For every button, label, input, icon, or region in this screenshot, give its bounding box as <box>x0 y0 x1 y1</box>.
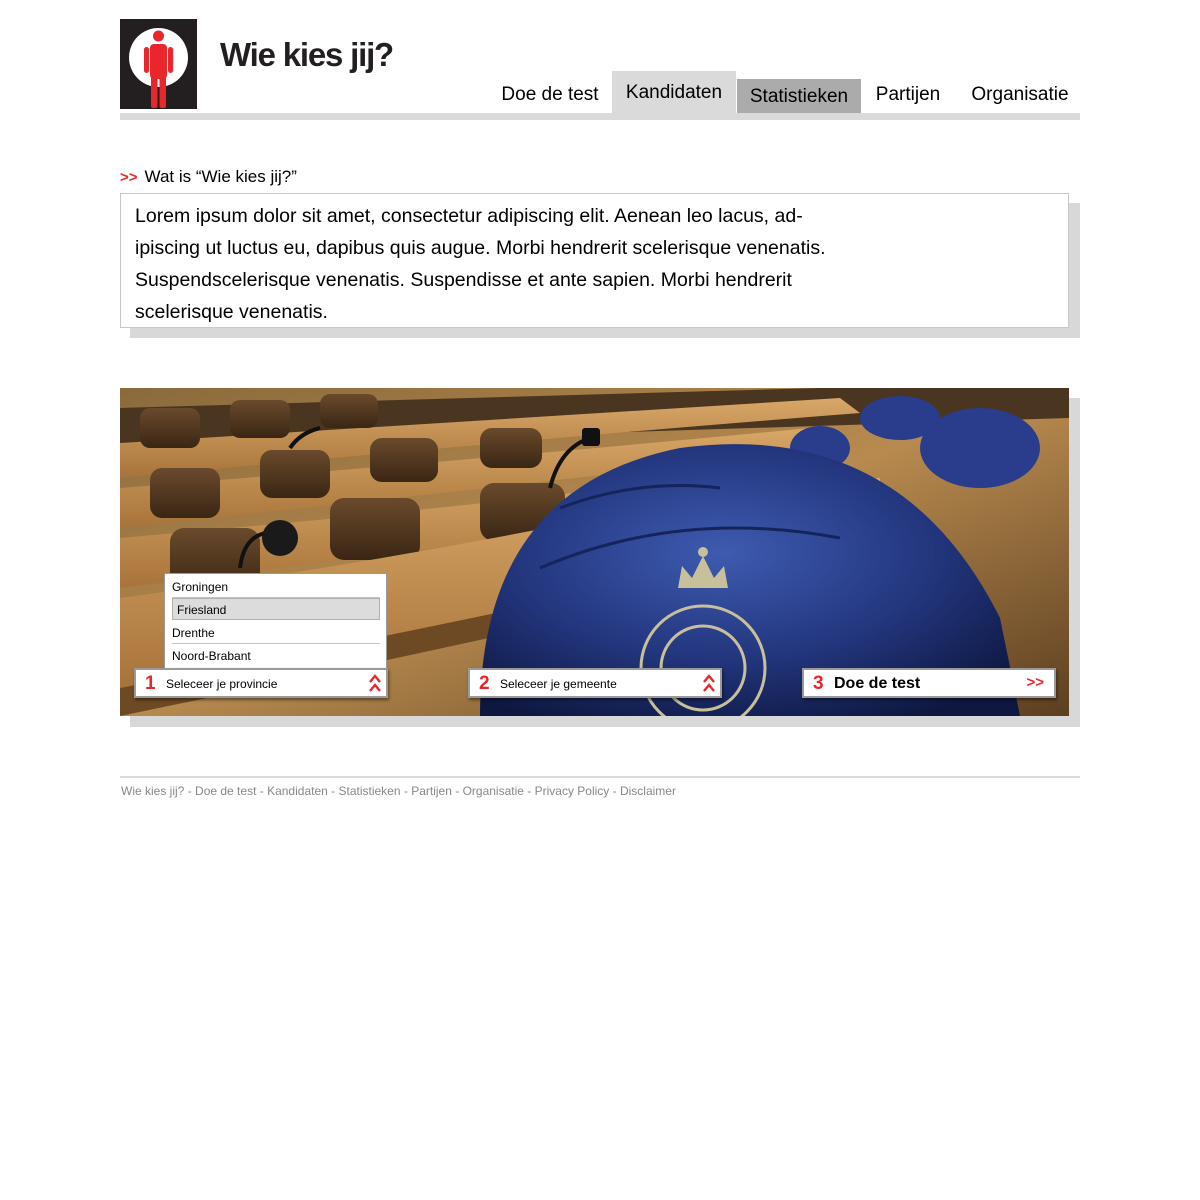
footer-link-privacy-policy[interactable]: Privacy Policy <box>535 784 610 798</box>
municipality-select-label: Seleceer je gemeente <box>500 677 617 691</box>
start-test-button[interactable]: 3 Doe de test >> <box>802 668 1056 698</box>
province-option-friesland[interactable]: Friesland <box>172 598 380 620</box>
footer-separator: - <box>327 784 339 798</box>
footer-separator: - <box>451 784 463 798</box>
start-test-label: Doe de test <box>834 675 921 692</box>
footer-links: Wie kies jij? - Doe de test - Kandidaten… <box>121 784 676 798</box>
footer-link-kandidaten[interactable]: Kandidaten <box>267 784 328 798</box>
intro-panel: Lorem ipsum dolor sit amet, consectetur … <box>120 193 1069 328</box>
step-number: 2 <box>479 673 490 694</box>
footer-separator: - <box>256 784 268 798</box>
intro-heading: >> Wat is “Wie kies jij?” <box>120 167 297 187</box>
person-icon <box>144 30 173 108</box>
footer-separator: - <box>609 784 620 798</box>
footer-link-home[interactable]: Wie kies jij? <box>121 784 184 798</box>
nav-statistieken[interactable]: Statistieken <box>737 79 861 113</box>
chevron-up-down-icon <box>369 674 381 692</box>
header-divider <box>120 113 1080 120</box>
logo[interactable] <box>120 19 197 109</box>
intro-text: Lorem ipsum dolor sit amet, consectetur … <box>135 205 826 323</box>
footer-separator: - <box>400 784 412 798</box>
nav-doe-de-test[interactable]: Doe de test <box>489 72 611 114</box>
nav-kandidaten[interactable]: Kandidaten <box>612 71 736 114</box>
province-select[interactable]: 1 Seleceer je provincie <box>134 668 388 698</box>
municipality-select[interactable]: 2 Seleceer je gemeente <box>468 668 722 698</box>
footer-link-partijen[interactable]: Partijen <box>411 784 452 798</box>
footer-link-doe-de-test[interactable]: Doe de test <box>195 784 256 798</box>
province-select-label: Seleceer je provincie <box>166 677 278 691</box>
footer-separator: - <box>184 784 196 798</box>
step-number: 1 <box>145 673 156 694</box>
province-option-groningen[interactable]: Groningen <box>172 576 380 598</box>
double-arrow-icon: >> <box>1026 674 1044 691</box>
site-title[interactable]: Wie kies jij? <box>220 36 394 74</box>
nav-organisatie[interactable]: Organisatie <box>955 72 1085 114</box>
intro-heading-text: Wat is “Wie kies jij?” <box>144 167 297 186</box>
province-option-drenthe[interactable]: Drenthe <box>172 622 380 644</box>
footer-link-disclaimer[interactable]: Disclaimer <box>620 784 676 798</box>
nav-partijen[interactable]: Partijen <box>861 72 955 114</box>
double-arrow-icon: >> <box>120 169 138 186</box>
province-option-noord-brabant[interactable]: Noord-Brabant <box>172 645 380 667</box>
footer-link-organisatie[interactable]: Organisatie <box>463 784 524 798</box>
footer-separator: - <box>523 784 535 798</box>
step-number: 3 <box>813 673 824 694</box>
footer-divider <box>120 776 1080 778</box>
footer-link-statistieken[interactable]: Statistieken <box>338 784 400 798</box>
chevron-up-down-icon <box>703 674 715 692</box>
province-dropdown-list: Groningen Friesland Drenthe Noord-Braban… <box>164 573 387 669</box>
